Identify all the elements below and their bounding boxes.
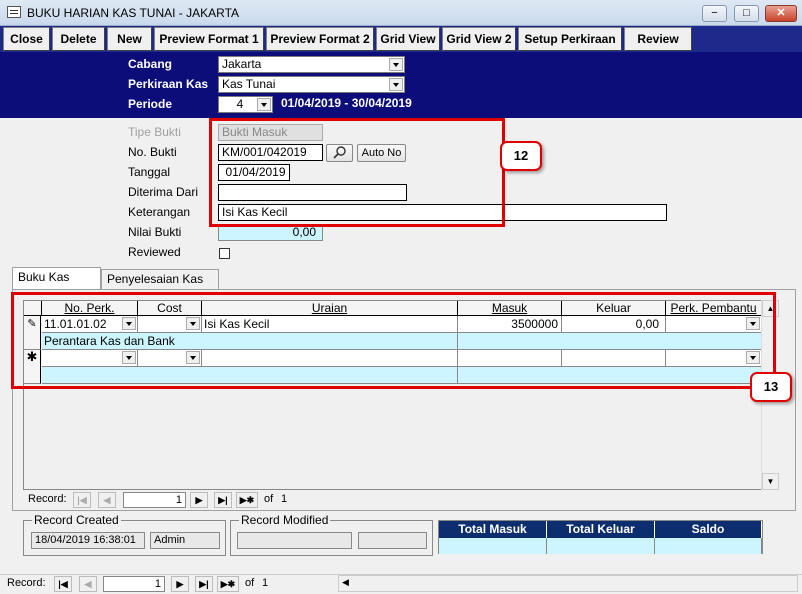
close-button[interactable]: Close <box>3 27 50 51</box>
saldo-value <box>655 538 762 554</box>
cabang-label: Cabang <box>128 57 173 71</box>
first-record-icon[interactable]: |◀ <box>54 576 72 592</box>
no-bukti-label: No. Bukti <box>128 145 177 159</box>
previous-record-icon[interactable]: ◀ <box>98 492 116 508</box>
window-title: BUKU HARIAN KAS TUNAI - JAKARTA <box>27 6 240 20</box>
callout-12-highlight <box>209 118 505 227</box>
modified-datetime <box>237 532 352 549</box>
chevron-down-icon[interactable] <box>257 98 271 111</box>
perkiraan-kas-label: Perkiraan Kas <box>128 77 209 91</box>
maximize-icon: □ <box>743 7 750 19</box>
next-record-icon[interactable]: ▶ <box>171 576 189 592</box>
record-total: 1 <box>281 493 288 505</box>
keterangan-label: Keterangan <box>128 205 191 219</box>
total-keluar-value <box>547 538 655 554</box>
of-label: of <box>245 577 255 589</box>
record-created-group: Record Created 18/04/2019 16:38:01 Admin <box>23 513 226 556</box>
callout-13-badge: 13 <box>750 372 792 402</box>
maximize-button[interactable]: □ <box>734 5 759 22</box>
record-number-input[interactable]: 1 <box>103 576 165 592</box>
title-bar: BUKU HARIAN KAS TUNAI - JAKARTA − □ ✕ <box>0 0 802 26</box>
record-label: Record: <box>28 493 67 505</box>
total-masuk-header: Total Masuk <box>439 521 547 538</box>
of-label: of <box>264 493 274 505</box>
last-record-icon[interactable]: ▶| <box>214 492 232 508</box>
grid-view-2-button[interactable]: Grid View 2 <box>442 27 516 51</box>
last-record-icon[interactable]: ▶| <box>195 576 213 592</box>
periode-range: 01/04/2019 - 30/04/2019 <box>281 96 412 110</box>
next-record-icon[interactable]: ▶ <box>190 492 208 508</box>
record-modified-label: Record Modified <box>239 513 331 527</box>
new-record-icon[interactable]: ▶✱ <box>236 492 258 508</box>
form-record-navigator: Record: |◀ ◀ 1 ▶ ▶| ▶✱ of 1 <box>7 576 327 592</box>
previous-record-icon[interactable]: ◀ <box>79 576 97 592</box>
cabang-value: Jakarta <box>222 57 262 71</box>
tab-buku-kas-detail[interactable]: Buku Kas Detail <box>12 267 101 302</box>
modified-user <box>358 532 427 549</box>
minimize-button[interactable]: − <box>702 5 727 22</box>
preview-format-1-button[interactable]: Preview Format 1 <box>154 27 264 51</box>
nilai-bukti-label: Nilai Bukti <box>128 225 182 239</box>
chevron-down-icon[interactable] <box>389 78 403 91</box>
new-button[interactable]: New <box>107 27 152 51</box>
tanggal-label: Tanggal <box>128 165 171 179</box>
form-horizontal-scrollbar[interactable]: ◀ <box>338 575 798 592</box>
periode-select[interactable]: 4 <box>218 96 273 113</box>
total-keluar-header: Total Keluar <box>547 521 655 538</box>
preview-format-2-button[interactable]: Preview Format 2 <box>266 27 374 51</box>
totals-panel: Total Masuk Total Keluar Saldo <box>438 520 763 554</box>
tipe-bukti-label: Tipe Bukti <box>128 125 181 139</box>
close-window-button[interactable]: ✕ <box>765 5 797 22</box>
grid-record-navigator: Record: |◀ ◀ 1 ▶ ▶| ▶✱ of 1 <box>28 492 328 508</box>
created-datetime: 18/04/2019 16:38:01 <box>31 532 145 549</box>
perkiraan-kas-select[interactable]: Kas Tunai <box>218 76 405 93</box>
created-user: Admin <box>150 532 220 549</box>
perkiraan-kas-value: Kas Tunai <box>222 77 276 91</box>
reviewed-label: Reviewed <box>128 245 181 259</box>
callout-12-badge: 12 <box>500 141 542 171</box>
record-label: Record: <box>7 577 46 589</box>
diterima-dari-label: Diterima Dari <box>128 185 199 199</box>
close-icon: ✕ <box>776 7 786 19</box>
periode-label: Periode <box>128 97 173 111</box>
minimize-icon: − <box>711 7 718 19</box>
delete-button[interactable]: Delete <box>52 27 105 51</box>
record-modified-group: Record Modified <box>230 513 433 556</box>
review-button[interactable]: Review <box>624 27 692 51</box>
callout-13-highlight <box>11 292 776 389</box>
record-number-input[interactable]: 1 <box>123 492 186 508</box>
scroll-left-icon[interactable]: ◀ <box>342 577 349 588</box>
record-created-label: Record Created <box>32 513 121 527</box>
form-icon <box>7 6 21 18</box>
chevron-down-icon[interactable] <box>389 58 403 71</box>
saldo-header: Saldo <box>655 521 762 538</box>
reviewed-checkbox[interactable] <box>219 248 230 259</box>
new-record-icon[interactable]: ▶✱ <box>217 576 239 592</box>
cabang-select[interactable]: Jakarta <box>218 56 405 73</box>
record-total: 1 <box>262 577 269 589</box>
filter-header: Cabang Jakarta Perkiraan Kas Kas Tunai P… <box>0 52 802 118</box>
toolbar: Close Delete New Preview Format 1 Previe… <box>0 26 802 52</box>
setup-perkiraan-button[interactable]: Setup Perkiraan <box>518 27 622 51</box>
total-masuk-value <box>439 538 547 554</box>
tab-penyelesaian-kas-bon[interactable]: Penyelesaian Kas Bon <box>101 269 219 304</box>
grid-view-button[interactable]: Grid View <box>376 27 440 51</box>
scroll-down-icon[interactable]: ▼ <box>762 473 779 490</box>
first-record-icon[interactable]: |◀ <box>73 492 91 508</box>
periode-value: 4 <box>236 97 244 111</box>
